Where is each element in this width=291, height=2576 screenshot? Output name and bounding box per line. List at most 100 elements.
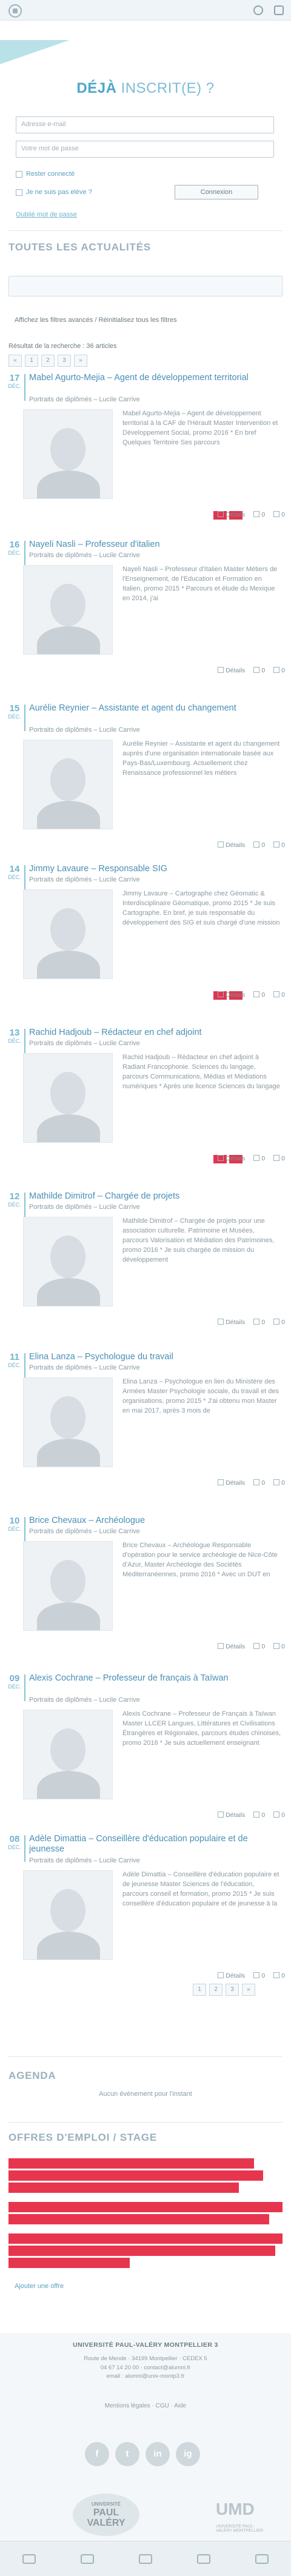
likes-count[interactable]: 0 — [253, 1155, 265, 1162]
page-button[interactable]: 3 — [226, 1984, 239, 1996]
comments-count[interactable]: 0 — [273, 1812, 285, 1819]
likes-count[interactable]: 0 — [253, 511, 265, 518]
job-offer-redacted[interactable] — [8, 2214, 269, 2224]
not-student-checkbox[interactable] — [16, 189, 22, 196]
page-button[interactable]: 1 — [25, 355, 38, 367]
job-offer-redacted[interactable] — [8, 2233, 283, 2244]
details-link[interactable]: Détails — [218, 667, 245, 674]
email-field[interactable]: Adresse e-mail — [16, 116, 274, 133]
article-title[interactable]: Adèle Dimattia – Conseillère d'éducation… — [29, 1834, 284, 1855]
job-offer-redacted[interactable] — [8, 2183, 239, 2193]
page-button[interactable]: » — [242, 1984, 255, 1996]
article-photo[interactable] — [23, 1710, 113, 1799]
article-photo[interactable] — [23, 1053, 113, 1143]
article-photo[interactable] — [23, 409, 113, 499]
instagram-icon[interactable]: ig — [176, 2442, 200, 2466]
comments-count[interactable]: 0 — [273, 1319, 285, 1326]
article-title[interactable]: Mathilde Dimitrof – Chargée de projets — [29, 1191, 284, 1202]
article-photo[interactable] — [23, 740, 113, 829]
footer-links[interactable]: Mentions légales · CGU · Aide — [0, 2403, 291, 2409]
article-title[interactable]: Rachid Hadjoub – Rédacteur en chef adjoi… — [29, 1028, 284, 1038]
article-card[interactable]: 14 DÉC. Jimmy Lavaure – Responsable SIG … — [6, 864, 285, 1015]
likes-count[interactable]: 0 — [253, 1479, 265, 1487]
comments-count[interactable]: 0 — [273, 841, 285, 849]
page-button[interactable]: 2 — [209, 1984, 222, 1996]
article-photo[interactable] — [23, 1541, 113, 1631]
calendar-icon[interactable] — [139, 2554, 152, 2564]
search-icon[interactable] — [253, 5, 263, 15]
profile-icon[interactable] — [255, 2554, 269, 2564]
article-card[interactable]: 15 DÉC. Aurélie Reynier – Assistante et … — [6, 703, 285, 855]
twitter-icon[interactable]: t — [115, 2442, 139, 2466]
article-photo[interactable] — [23, 1377, 113, 1467]
article-title[interactable]: Aurélie Reynier – Assistante et agent du… — [29, 703, 284, 714]
details-link[interactable]: Détails — [218, 1972, 245, 1979]
details-link[interactable]: Détails — [218, 1319, 245, 1326]
news-icon[interactable] — [81, 2554, 94, 2564]
advanced-filters-link[interactable]: Affichez les filtres avancés / Réinitial… — [15, 316, 177, 324]
article-title[interactable]: Elina Lanza – Psychologue du travail — [29, 1352, 284, 1362]
connect-button[interactable]: Connexion — [175, 185, 258, 199]
page-button[interactable]: 2 — [41, 355, 55, 367]
likes-count[interactable]: 0 — [253, 991, 265, 999]
page-button[interactable]: 1 — [193, 1984, 206, 1996]
job-offer-redacted[interactable] — [8, 2170, 263, 2181]
comments-count[interactable]: 0 — [273, 1479, 285, 1487]
linkedin-icon[interactable]: in — [146, 2442, 170, 2466]
news-search-input[interactable] — [8, 276, 283, 296]
job-offer-redacted[interactable] — [8, 2158, 254, 2169]
comments-count[interactable]: 0 — [273, 511, 285, 518]
article-card[interactable]: 12 DÉC. Mathilde Dimitrof – Chargée de p… — [6, 1191, 285, 1343]
article-card[interactable]: 17 DÉC. Mabel Agurto-Mejia – Agent de dé… — [6, 373, 285, 524]
university-logo-icon[interactable] — [8, 4, 22, 18]
mail-icon[interactable] — [197, 2554, 210, 2564]
details-link[interactable]: Détails — [218, 511, 245, 518]
home-icon[interactable] — [22, 2554, 36, 2564]
job-offer-redacted[interactable] — [8, 2246, 275, 2256]
likes-count[interactable]: 0 — [253, 1643, 265, 1650]
article-card[interactable]: 09 DÉC. Alexis Cochrane – Professeur de … — [6, 1673, 285, 1825]
details-link[interactable]: Détails — [218, 1479, 245, 1487]
article-title[interactable]: Brice Chevaux – Archéologue — [29, 1516, 284, 1526]
password-field[interactable]: Votre mot de passe — [16, 141, 274, 158]
not-student-row[interactable]: Je ne suis pas elève ? — [16, 189, 92, 196]
add-job-link[interactable]: Ajouter une offre — [15, 2283, 64, 2290]
remember-row[interactable]: Rester connecté — [16, 170, 75, 178]
job-offer-redacted[interactable] — [8, 2202, 283, 2212]
article-card[interactable]: 08 DÉC. Adèle Dimattia – Conseillère d'é… — [6, 1834, 285, 1986]
details-link[interactable]: Détails — [218, 1155, 245, 1162]
article-card[interactable]: 11 DÉC. Elina Lanza – Psychologue du tra… — [6, 1352, 285, 1504]
facebook-icon[interactable]: f — [85, 2442, 109, 2466]
remember-checkbox[interactable] — [16, 170, 22, 178]
comments-count[interactable]: 0 — [273, 667, 285, 674]
article-title[interactable]: Jimmy Lavaure – Responsable SIG — [29, 864, 284, 874]
likes-count[interactable]: 0 — [253, 1972, 265, 1979]
comments-count[interactable]: 0 — [273, 1155, 285, 1162]
likes-count[interactable]: 0 — [253, 1319, 265, 1326]
comments-count[interactable]: 0 — [273, 991, 285, 999]
forgot-password-link[interactable]: Oublié mot de passe — [16, 211, 77, 218]
likes-count[interactable]: 0 — [253, 667, 265, 674]
likes-count[interactable]: 0 — [253, 1812, 265, 1819]
article-card[interactable]: 13 DÉC. Rachid Hadjoub – Rédacteur en ch… — [6, 1028, 285, 1179]
article-title[interactable]: Alexis Cochrane – Professeur de français… — [29, 1673, 284, 1684]
article-card[interactable]: 16 DÉC. Nayeli Nasli – Professeur d'ital… — [6, 540, 285, 691]
comments-count[interactable]: 0 — [273, 1643, 285, 1650]
article-photo[interactable] — [23, 565, 113, 655]
comments-count[interactable]: 0 — [273, 1972, 285, 1979]
article-photo[interactable] — [23, 1870, 113, 1960]
page-button[interactable]: « — [8, 355, 22, 367]
details-link[interactable]: Détails — [218, 1643, 245, 1650]
details-link[interactable]: Détails — [218, 991, 245, 999]
likes-count[interactable]: 0 — [253, 841, 265, 849]
article-title[interactable]: Nayeli Nasli – Professeur d'italien — [29, 540, 284, 550]
article-photo[interactable] — [23, 1217, 113, 1306]
job-offer-redacted[interactable] — [8, 2258, 130, 2268]
page-button[interactable]: » — [74, 355, 87, 367]
details-link[interactable]: Détails — [218, 841, 245, 849]
details-link[interactable]: Détails — [218, 1812, 245, 1819]
menu-icon[interactable] — [274, 5, 284, 15]
article-photo[interactable] — [23, 889, 113, 979]
article-card[interactable]: 10 DÉC. Brice Chevaux – Archéologue Port… — [6, 1516, 285, 1667]
article-title[interactable]: Mabel Agurto-Mejia – Agent de développem… — [29, 373, 284, 383]
